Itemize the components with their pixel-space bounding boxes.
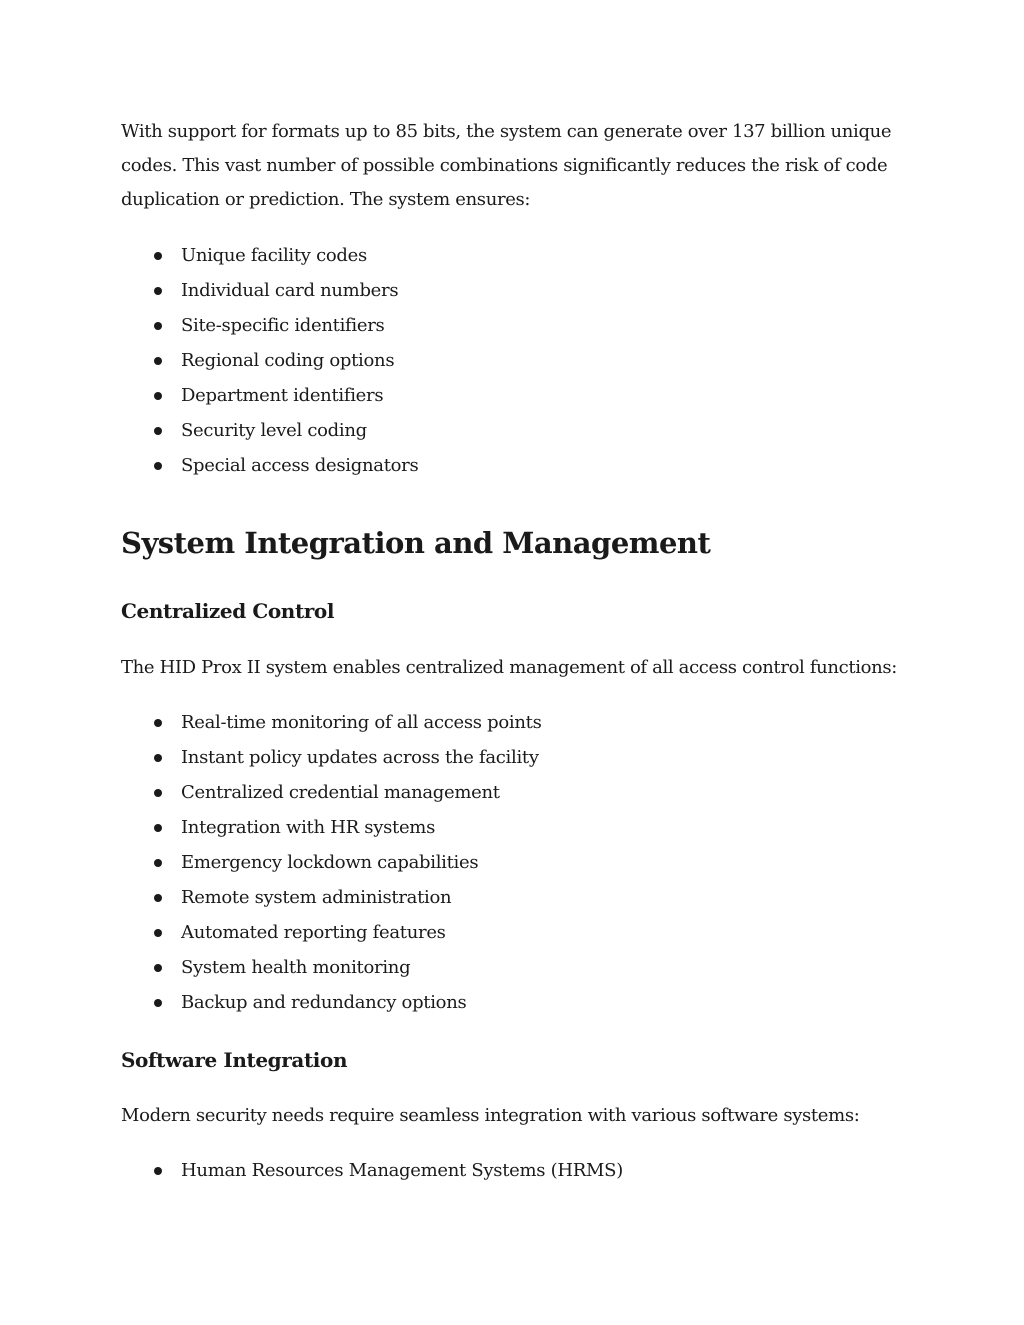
list-item: Site-specific identifiers [121, 308, 903, 343]
bullet-icon [154, 427, 162, 435]
bullet-icon [154, 789, 162, 797]
list-item-text: Automated reporting features [181, 922, 446, 943]
list-item-text: Instant policy updates across the facili… [181, 747, 539, 768]
list-item-text: Individual card numbers [181, 280, 399, 301]
intro-line-1: With support for formats up to 85 bits, … [121, 121, 892, 142]
list-item-text: Integration with HR systems [181, 817, 436, 838]
list-item-text: Remote system administration [181, 887, 452, 908]
list-item-text: Department identifiers [181, 385, 384, 406]
centralized-list: Real-time monitoring of all access point… [121, 705, 903, 1020]
intro-line-2: codes. This vast number of possible comb… [121, 155, 888, 176]
list-item-text: Centralized credential management [181, 782, 500, 803]
bullet-icon [154, 894, 162, 902]
bullet-icon [154, 357, 162, 365]
list-item-text: Unique facility codes [181, 245, 367, 266]
software-integration-heading: Software Integration [121, 1048, 348, 1072]
list-item-text: Regional coding options [181, 350, 395, 371]
centralized-control-heading: Centralized Control [121, 599, 335, 623]
list-item: Emergency lockdown capabilities [121, 845, 903, 880]
section-title: System Integration and Management [121, 526, 711, 560]
list-item: Automated reporting features [121, 915, 903, 950]
list-item: Special access designators [121, 448, 903, 483]
list-item: Regional coding options [121, 343, 903, 378]
intro-line-3: duplication or prediction. The system en… [121, 189, 531, 210]
list-item-text: Site-specific identifiers [181, 315, 385, 336]
list-item: Integration with HR systems [121, 810, 903, 845]
bullet-icon [154, 824, 162, 832]
bullet-icon [154, 964, 162, 972]
software-list: Human Resources Management Systems (HRMS… [121, 1153, 903, 1188]
list-item-text: Backup and redundancy options [181, 992, 467, 1013]
bullet-icon [154, 252, 162, 260]
bullet-icon [154, 719, 162, 727]
bullet-icon [154, 754, 162, 762]
list-item: Department identifiers [121, 378, 903, 413]
list-item-text: Human Resources Management Systems (HRMS… [181, 1160, 623, 1181]
list-item-text: Special access designators [181, 455, 419, 476]
list-item: Instant policy updates across the facili… [121, 740, 903, 775]
bullet-icon [154, 322, 162, 330]
bullet-icon [154, 462, 162, 470]
ensures-list: Unique facility codes Individual card nu… [121, 238, 903, 483]
list-item-text: Emergency lockdown capabilities [181, 852, 479, 873]
list-item: Security level coding [121, 413, 903, 448]
list-item-text: System health monitoring [181, 957, 411, 978]
list-item: System health monitoring [121, 950, 903, 985]
list-item: Individual card numbers [121, 273, 903, 308]
bullet-icon [154, 859, 162, 867]
list-item: Remote system administration [121, 880, 903, 915]
bullet-icon [154, 1167, 162, 1175]
list-item: Unique facility codes [121, 238, 903, 273]
bullet-icon [154, 287, 162, 295]
list-item: Centralized credential management [121, 775, 903, 810]
list-item: Real-time monitoring of all access point… [121, 705, 903, 740]
list-item-text: Real-time monitoring of all access point… [181, 712, 542, 733]
list-item: Human Resources Management Systems (HRMS… [121, 1153, 903, 1188]
bullet-icon [154, 929, 162, 937]
list-item: Backup and redundancy options [121, 985, 903, 1020]
centralized-intro: The HID Prox II system enables centraliz… [121, 657, 897, 678]
software-intro: Modern security needs require seamless i… [121, 1105, 860, 1126]
list-item-text: Security level coding [181, 420, 367, 441]
bullet-icon [154, 392, 162, 400]
bullet-icon [154, 999, 162, 1007]
